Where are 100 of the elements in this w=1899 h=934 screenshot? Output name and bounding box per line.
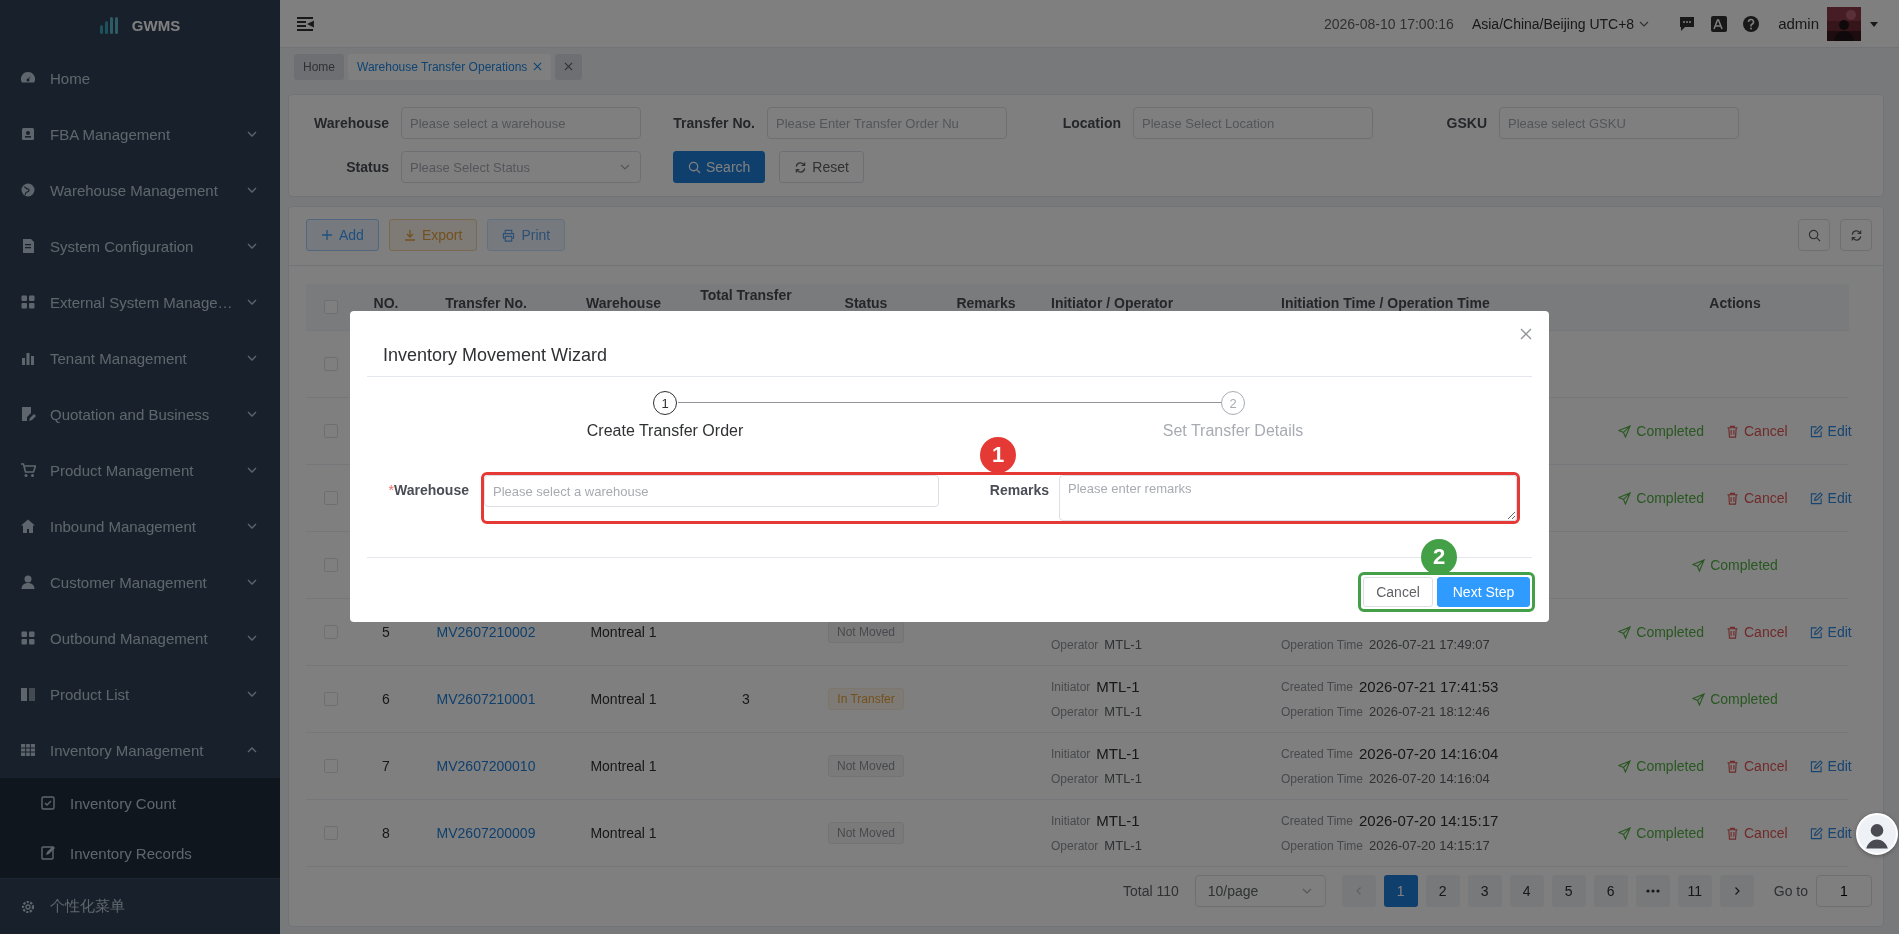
edit-link[interactable]: Edit	[1809, 825, 1852, 841]
complete-link[interactable]: Completed	[1618, 758, 1704, 774]
send-icon	[1692, 692, 1706, 706]
more-pages-button[interactable]	[1635, 875, 1670, 907]
search-button[interactable]: Search	[673, 151, 766, 183]
search-button[interactable]	[1798, 219, 1830, 251]
menu-item[interactable]: Product List	[0, 666, 280, 722]
menu-item[interactable]: Warehouse Management	[0, 162, 280, 218]
cancel-link[interactable]: Cancel	[1726, 758, 1788, 774]
cancel-link[interactable]: Cancel	[1726, 490, 1788, 506]
submenu-item[interactable]: Inventory Records	[0, 828, 280, 878]
page-input[interactable]: 1	[1816, 875, 1872, 907]
reset-button[interactable]: Reset	[779, 151, 864, 183]
cancel-button[interactable]: Cancel	[1363, 577, 1433, 607]
menu-item[interactable]: Tenant Management	[0, 330, 280, 386]
page-button[interactable]: 2	[1425, 875, 1460, 907]
previous-page-button[interactable]	[1341, 875, 1376, 907]
row-number: 7	[382, 758, 390, 774]
page-button[interactable]: 11	[1677, 875, 1712, 907]
field-value: MTL-1	[1096, 812, 1140, 829]
add-button[interactable]: Add	[306, 219, 379, 251]
send-icon	[1692, 558, 1706, 572]
page-button[interactable]: 6	[1593, 875, 1628, 907]
complete-link[interactable]: Completed	[1618, 825, 1704, 841]
complete-link[interactable]: Completed	[1692, 557, 1778, 573]
transfer-number-link[interactable]: MV2607210002	[436, 624, 536, 640]
help-icon[interactable]	[1742, 14, 1761, 33]
next-page-button[interactable]	[1719, 875, 1754, 907]
column-header: Initiation Time / Operation Time	[1281, 295, 1490, 311]
column-header: Transfer No.	[445, 295, 527, 311]
menu-item[interactable]: Inbound Management	[0, 498, 280, 554]
menu-item[interactable]: Product Management	[0, 442, 280, 498]
translate-icon[interactable]	[1710, 14, 1729, 33]
table-cell: Montreal 1	[590, 825, 657, 841]
close-button[interactable]	[1518, 326, 1534, 342]
field-value: 2026-07-20 14:15:17	[1359, 812, 1499, 829]
edit-link[interactable]: Edit	[1809, 758, 1852, 774]
transfer-number-link[interactable]: MV2607200009	[436, 825, 536, 841]
row-number: 8	[382, 825, 390, 841]
send-icon	[1618, 826, 1632, 840]
page-button[interactable]: 1	[1383, 875, 1418, 907]
field-value: 2026-07-21 17:41:53	[1359, 678, 1499, 695]
row-number: 5	[382, 624, 390, 640]
cancel-link[interactable]: Cancel	[1726, 825, 1788, 841]
menu-icon[interactable]	[296, 15, 314, 32]
menu-item[interactable]: System Configuration	[0, 218, 280, 274]
menu-item[interactable]: FBA Management	[0, 106, 280, 162]
menu-item[interactable]: Customer Management	[0, 554, 280, 610]
edit-icon	[1809, 759, 1823, 773]
step-indicator: 2	[1221, 391, 1245, 415]
edit-link[interactable]: Edit	[1809, 624, 1852, 640]
menu-item[interactable]: Home	[0, 50, 280, 106]
send-icon	[1618, 491, 1632, 505]
page-size-select[interactable]: 10/page	[1194, 875, 1326, 907]
menu-item[interactable]: 个性化菜单	[0, 886, 280, 927]
trash-icon	[1726, 625, 1739, 639]
close-icon[interactable]	[533, 62, 543, 71]
menu-item[interactable]: Quotation and Business	[0, 386, 280, 442]
cancel-link[interactable]: Cancel	[1726, 423, 1788, 439]
complete-link[interactable]: Completed	[1618, 624, 1704, 640]
timezone-select[interactable]: Asia/China/Beijing UTC+8	[1471, 15, 1651, 32]
refresh-button[interactable]	[1840, 219, 1872, 251]
close-all-button[interactable]	[555, 53, 583, 80]
document-icon	[20, 406, 36, 422]
user-name[interactable]: admin	[1778, 15, 1819, 32]
settings-icon	[20, 898, 36, 915]
field-label: GSKU	[1445, 115, 1488, 131]
next-step-button[interactable]: Next Step	[1437, 577, 1530, 607]
transfer-number-link[interactable]: MV2607210001	[436, 691, 536, 707]
field-value: 2026-07-20 14:16:04	[1369, 771, 1490, 786]
input-field[interactable]: Please select a warehouse	[484, 475, 939, 507]
page-button[interactable]: 5	[1551, 875, 1586, 907]
checkbox-icon	[40, 795, 56, 811]
remarks-field[interactable]: Please enter remarks	[1059, 475, 1517, 521]
export-button[interactable]: Export	[388, 219, 478, 251]
menu-item[interactable]: External System Manage…	[0, 274, 280, 330]
cancel-link[interactable]: Cancel	[1726, 624, 1788, 640]
bar-chart-icon	[20, 350, 36, 366]
close-icon	[1520, 328, 1532, 340]
menu-item[interactable]: Outbound Management	[0, 610, 280, 666]
complete-link[interactable]: Completed	[1692, 691, 1778, 707]
page-button[interactable]: 3	[1467, 875, 1502, 907]
tab[interactable]: Home	[294, 53, 344, 80]
total-count: Total 110	[1122, 883, 1179, 899]
chat-icon[interactable]	[1678, 14, 1697, 33]
edit-link[interactable]: Edit	[1809, 490, 1852, 506]
edit-link[interactable]: Edit	[1809, 423, 1852, 439]
refresh-icon	[1849, 228, 1863, 242]
transfer-number-link[interactable]: MV2607200010	[436, 758, 536, 774]
house-icon	[20, 518, 36, 534]
tab[interactable]: Warehouse Transfer Operations	[348, 53, 552, 80]
menu-item[interactable]: Inventory Management	[0, 722, 280, 778]
page-button[interactable]: 4	[1509, 875, 1544, 907]
complete-link[interactable]: Completed	[1618, 490, 1704, 506]
edit-icon	[1809, 424, 1823, 438]
column-header: Initiator / Operator	[1051, 295, 1174, 311]
step-marker: 2	[1421, 539, 1457, 575]
edit-icon	[1809, 826, 1823, 840]
complete-link[interactable]: Completed	[1618, 423, 1704, 439]
submenu-item[interactable]: Inventory Count	[0, 778, 280, 828]
